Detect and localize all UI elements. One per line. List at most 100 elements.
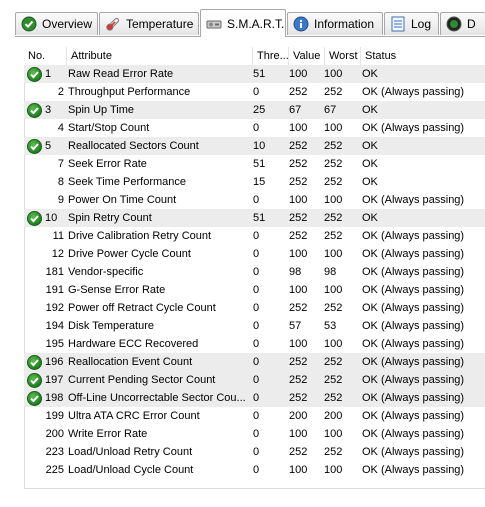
- tab-label: Overview: [42, 17, 93, 31]
- attribute-id: 1: [45, 68, 52, 80]
- info-icon: [293, 16, 309, 32]
- column-header-status[interactable]: Status: [361, 47, 485, 65]
- attribute-name: Load/Unload Cycle Count: [68, 464, 194, 476]
- table-row[interactable]: 7 Seek Error Rate 51 252 252 OK: [24, 155, 485, 173]
- smart-drive-icon: [206, 16, 222, 32]
- table-row[interactable]: 3 Spin Up Time 25 67 67 OK: [24, 101, 485, 119]
- attribute-status: OK (Always passing): [362, 320, 465, 332]
- table-row[interactable]: 199 Ultra ATA CRC Error Count 0 200 200 OK (A…: [24, 407, 485, 425]
- attribute-worst: 100: [324, 248, 343, 260]
- table-row[interactable]: 200 Write Error Rate 0 100 100 OK (Always pas…: [24, 425, 485, 443]
- table-row[interactable]: 4 Start/Stop Count 0 100 100 OK (Always passi…: [24, 119, 485, 137]
- attribute-value: 252: [289, 230, 308, 242]
- tab-overview[interactable]: Overview: [15, 12, 98, 35]
- attribute-name: Load/Unload Retry Count: [68, 446, 193, 458]
- attribute-id: 7: [57, 158, 64, 170]
- attribute-threshold: 0: [253, 410, 260, 422]
- attribute-status: OK (Always passing): [362, 194, 465, 206]
- column-header-value[interactable]: Value: [289, 47, 325, 65]
- attribute-name: Power On Time Count: [68, 194, 177, 206]
- attribute-value: 252: [289, 176, 308, 188]
- attribute-worst: 100: [324, 194, 343, 206]
- table-row[interactable]: 225 Load/Unload Cycle Count 0 100 100 OK (Alw…: [24, 461, 485, 479]
- ok-status-icon: [27, 209, 45, 227]
- attribute-value: 252: [289, 356, 308, 368]
- attribute-name: Disk Temperature: [68, 320, 154, 332]
- attribute-id: 198: [45, 392, 64, 404]
- attribute-status: OK: [362, 68, 378, 80]
- attribute-id: 181: [45, 266, 64, 278]
- attribute-value: 67: [289, 104, 302, 116]
- tab-label: S.M.A.R.T.: [227, 16, 285, 31]
- table-row[interactable]: 197 Current Pending Sector Count 0 252 252 OK…: [24, 371, 485, 389]
- attribute-value: 57: [289, 320, 302, 332]
- table-row[interactable]: 8 Seek Time Performance 15 252 252 OK: [24, 173, 485, 191]
- attribute-id: 194: [45, 320, 64, 332]
- table-row[interactable]: 194 Disk Temperature 0 57 53 OK (Always passi…: [24, 317, 485, 335]
- tab-more[interactable]: D: [440, 12, 485, 35]
- attribute-worst: 100: [324, 122, 343, 134]
- attribute-id: 195: [45, 338, 64, 350]
- column-header-attribute[interactable]: Attribute: [67, 47, 253, 65]
- attribute-threshold: 0: [253, 284, 260, 296]
- table-row[interactable]: 181 Vendor-specific 0 98 98 OK (Always passin…: [24, 263, 485, 281]
- table-header: No. Attribute Thre... Value Worst Status: [24, 47, 485, 66]
- table-row[interactable]: 12 Drive Power Cycle Count 0 100 100 OK (Alwa…: [24, 245, 485, 263]
- attribute-status: OK (Always passing): [362, 446, 465, 458]
- attribute-status: OK (Always passing): [362, 230, 465, 242]
- attribute-id: 196: [45, 356, 64, 368]
- table-row[interactable]: 10 Spin Retry Count 51 252 252 OK: [24, 209, 485, 227]
- table-row[interactable]: 191 G-Sense Error Rate 0 100 100 OK (Always p…: [24, 281, 485, 299]
- attribute-name: Ultra ATA CRC Error Count: [68, 410, 200, 422]
- attribute-id: 12: [51, 248, 64, 260]
- table-row[interactable]: 195 Hardware ECC Recovered 0 100 100 OK (Alwa…: [24, 335, 485, 353]
- column-header-no[interactable]: No.: [24, 47, 67, 65]
- attribute-status: OK (Always passing): [362, 356, 465, 368]
- table-row[interactable]: 2 Throughput Performance 0 252 252 OK (Always…: [24, 83, 485, 101]
- table-row[interactable]: 223 Load/Unload Retry Count 0 252 252 OK (Alw…: [24, 443, 485, 461]
- table-row[interactable]: 198 Off-Line Uncorrectable Sector Cou... 0…: [24, 389, 485, 407]
- attribute-id: 3: [45, 104, 52, 116]
- attribute-name: Seek Time Performance: [68, 176, 186, 188]
- attribute-worst: 67: [324, 104, 337, 116]
- tab-smart[interactable]: S.M.A.R.T.: [200, 9, 286, 37]
- tab-label: Log: [411, 17, 432, 31]
- check-circle-icon: [21, 16, 37, 32]
- attribute-status: OK (Always passing): [362, 374, 465, 386]
- attribute-status: OK (Always passing): [362, 248, 465, 260]
- attribute-status: OK: [362, 158, 378, 170]
- tab-label: D: [467, 17, 476, 31]
- table-row[interactable]: 9 Power On Time Count 0 100 100 OK (Always pa…: [24, 191, 485, 209]
- attribute-value: 252: [289, 86, 308, 98]
- attribute-status: OK: [362, 212, 378, 224]
- ok-status-icon: [27, 137, 45, 155]
- attribute-status: OK (Always passing): [362, 464, 465, 476]
- attribute-threshold: 0: [253, 320, 260, 332]
- tab-log[interactable]: Log: [384, 12, 439, 35]
- tab-temperature[interactable]: Temperature: [99, 12, 199, 35]
- attribute-id: 200: [45, 428, 64, 440]
- attribute-id: 191: [45, 284, 64, 296]
- attribute-value: 100: [289, 122, 308, 134]
- attribute-name: Start/Stop Count: [68, 122, 150, 134]
- table-row[interactable]: 5 Reallocated Sectors Count 10 252 252 OK: [24, 137, 485, 155]
- attribute-name: Off-Line Uncorrectable Sector Cou...: [68, 392, 246, 404]
- attribute-worst: 100: [324, 428, 343, 440]
- attribute-worst: 100: [324, 68, 343, 80]
- tab-information[interactable]: Information: [287, 12, 383, 35]
- table-row[interactable]: 1 Raw Read Error Rate 51 100 100 OK: [24, 65, 485, 83]
- table-row[interactable]: 196 Reallocation Event Count 0 252 252 OK (Al…: [24, 353, 485, 371]
- attribute-threshold: 51: [253, 158, 266, 170]
- column-header-threshold[interactable]: Thre...: [253, 47, 289, 65]
- attribute-worst: 252: [324, 86, 343, 98]
- table-row[interactable]: 11 Drive Calibration Retry Count 0 252 252 OK…: [24, 227, 485, 245]
- attribute-threshold: 51: [253, 68, 266, 80]
- attribute-name: Vendor-specific: [68, 266, 144, 278]
- attribute-threshold: 0: [253, 302, 260, 314]
- attribute-name: Reallocated Sectors Count: [68, 140, 199, 152]
- table-row[interactable]: 192 Power off Retract Cycle Count 0 252 252 O…: [24, 299, 485, 317]
- attribute-value: 100: [289, 338, 308, 350]
- column-header-worst[interactable]: Worst: [325, 47, 361, 65]
- attribute-threshold: 0: [253, 428, 260, 440]
- attribute-status: OK (Always passing): [362, 266, 465, 278]
